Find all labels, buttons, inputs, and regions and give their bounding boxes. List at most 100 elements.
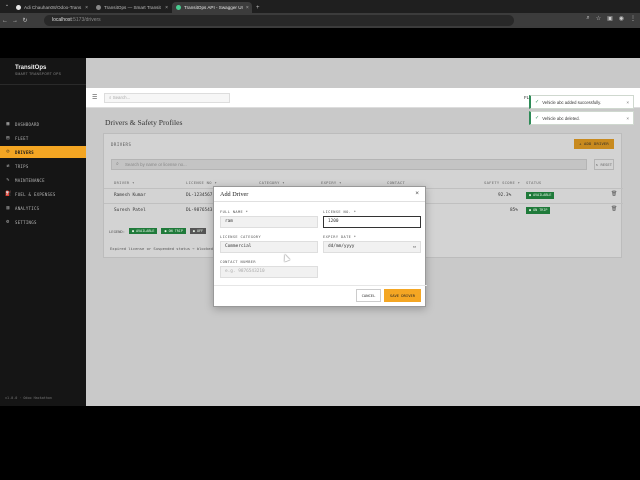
browser-actions: ⌕ ☆ ▣ ◉ ⋮: [586, 15, 636, 22]
url-path: :5173/drivers: [71, 17, 101, 23]
license-category-label: LICENSE CATEGORY: [220, 235, 262, 239]
search-placeholder: Search...: [112, 95, 131, 100]
search-icon: ⌕: [116, 161, 119, 167]
dashboard-icon: ▦: [6, 121, 10, 127]
sidebar-item-label: FUEL & EXPENSES: [15, 191, 56, 197]
full-name-field[interactable]: ram: [220, 216, 318, 228]
sidebar-item-analytics[interactable]: ▥ ANALYTICS: [0, 202, 86, 214]
sidebar-item-label: SETTINGS: [15, 219, 37, 225]
column-header-contact: CONTACT: [387, 180, 406, 185]
reload-icon[interactable]: ↻: [20, 17, 30, 24]
sidebar-item-fuel-expenses[interactable]: ⛽ FUEL & EXPENSES: [0, 188, 86, 200]
add-driver-button[interactable]: + ADD DRIVER: [574, 139, 614, 149]
drivers-icon: ☺: [6, 149, 10, 155]
close-icon[interactable]: ×: [246, 5, 249, 11]
sidebar-item-fleet[interactable]: ▤ FLEET: [0, 132, 86, 144]
safety-score: 92.3%: [498, 193, 512, 198]
safety-score: 85%: [510, 208, 518, 213]
driver-search-input[interactable]: ⌕ Search by name or license no...: [111, 159, 587, 170]
app-viewport: TransitOps SMART TRANSPORT OPS ▦ DASHBOAR…: [0, 58, 640, 406]
trash-icon[interactable]: 🗑: [611, 206, 617, 212]
column-header-expiry[interactable]: EXPIRY ▾: [321, 180, 342, 185]
license-no: DL-1234567: [186, 193, 213, 198]
browser-tab-app[interactable]: TransitOps — Smart Transit ×: [92, 2, 172, 13]
page-title: Drivers & Safety Profiles: [105, 118, 183, 127]
cancel-button[interactable]: CANCEL: [356, 289, 381, 302]
toast-success: ✓ Vehicle abc deleted. ×: [529, 111, 634, 125]
browser-tab-label: TransitOps API - Swagger UI: [184, 5, 243, 10]
expiry-date-label: EXPIRY DATE *: [323, 235, 357, 239]
close-icon[interactable]: ×: [85, 5, 88, 11]
forward-icon[interactable]: →: [10, 18, 20, 24]
column-header-safety-score[interactable]: SAFETY SCORE ▾: [484, 180, 520, 185]
main-area: ☰ ⌕ Search... FL Drivers & Safety Profil…: [86, 58, 640, 406]
fuel-icon: ⛽: [5, 191, 12, 197]
column-header-license[interactable]: LICENSE NO ▾: [186, 180, 217, 185]
hamburger-icon[interactable]: ☰: [92, 94, 97, 101]
bookmark-star-icon[interactable]: ☆: [596, 15, 601, 22]
license-no-label: LICENSE NO. *: [323, 210, 357, 214]
profile-icon[interactable]: ◉: [619, 15, 624, 22]
zoom-icon[interactable]: ⌕: [586, 15, 589, 22]
extension-icon[interactable]: ▣: [607, 15, 613, 22]
modal-title: Add Driver: [220, 191, 249, 198]
address-bar[interactable]: localhost:5173/drivers: [44, 15, 514, 26]
brand: TransitOps SMART TRANSPORT OPS: [0, 58, 86, 76]
sidebar-item-maintenance[interactable]: ✎ MAINTENANCE: [0, 174, 86, 186]
reset-button[interactable]: ↻ RESET: [594, 159, 614, 170]
fleet-icon: ▤: [6, 135, 10, 141]
save-driver-button[interactable]: SAVE DRIVER: [384, 289, 421, 302]
license-category-field[interactable]: Commercial: [220, 241, 318, 253]
trash-icon[interactable]: 🗑: [611, 191, 617, 197]
gear-icon: ⚙: [6, 219, 10, 225]
column-header-category[interactable]: CATEGORY ▾: [259, 180, 285, 185]
menu-kebab-icon[interactable]: ⋮: [630, 15, 636, 22]
brand-title: TransitOps: [15, 65, 47, 71]
sidebar-item-label: ANALYTICS: [15, 205, 40, 211]
legend-on-trip: ● ON TRIP: [161, 228, 186, 234]
sidebar-item-label: DASHBOARD: [15, 121, 40, 127]
contact-number-label: CONTACT NUMBER: [220, 260, 256, 264]
toast-success: ✓ Vehicle abc added successfully. ×: [529, 95, 634, 109]
calendar-icon[interactable]: ▭: [413, 242, 416, 252]
legend-label: LEGEND:: [109, 228, 126, 234]
github-icon: [16, 5, 21, 10]
close-icon[interactable]: ×: [626, 116, 629, 121]
sidebar-item-settings[interactable]: ⚙ SETTINGS: [0, 216, 86, 228]
sidebar: TransitOps SMART TRANSPORT OPS ▦ DASHBOAR…: [0, 58, 86, 406]
toast-message: Vehicle abc deleted.: [542, 115, 580, 121]
expiry-date-value: dd/mm/yyyy: [328, 244, 355, 249]
status-legend: LEGEND: ● AVAILABLE ● ON TRIP ● OFF: [109, 228, 207, 234]
contact-number-field[interactable]: e.g. 9876543210: [220, 266, 318, 278]
toast-message: Vehicle abc added successfully.: [542, 99, 602, 105]
version-label: v1.0.0 · Odoo Hackathon: [5, 396, 52, 400]
column-header-status: STATUS: [526, 180, 542, 185]
check-circle-icon: ✓: [535, 115, 540, 121]
browser-tab-swagger[interactable]: TransitOps API - Swagger UI ×: [172, 2, 252, 13]
close-icon[interactable]: ×: [165, 5, 168, 11]
browser-tab-label: TransitOps — Smart Transit: [104, 5, 161, 10]
global-search-input[interactable]: ⌕ Search...: [104, 93, 230, 103]
sidebar-item-trips[interactable]: ⇄ TRIPS: [0, 160, 86, 172]
sidebar-item-label: TRIPS: [15, 163, 29, 169]
license-no-field[interactable]: 1200: [323, 216, 421, 228]
column-header-driver[interactable]: DRIVER ▾: [114, 180, 135, 185]
sidebar-item-drivers[interactable]: ☺ DRIVERS: [0, 146, 86, 158]
sidebar-item-dashboard[interactable]: ▦ DASHBOARD: [0, 118, 86, 130]
sidebar-nav: ▦ DASHBOARD ▤ FLEET ☺ DRIVERS ⇄ TRIPS ✎ MAINT…: [0, 118, 86, 230]
browser-tab-strip: ⌄ Adi Chauhan08/Odoo-Trans × TransitOps …: [0, 0, 640, 13]
driver-name: Suresh Patel: [114, 208, 146, 213]
tab-search-icon[interactable]: ⌄: [2, 2, 12, 8]
full-name-label: FULL NAME *: [220, 210, 249, 214]
new-tab-button[interactable]: +: [252, 2, 262, 13]
globe-icon: [96, 5, 101, 10]
brand-subtitle: SMART TRANSPORT OPS: [15, 72, 62, 76]
card-title: DRIVERS: [111, 142, 132, 147]
check-circle-icon: ✓: [535, 99, 540, 105]
sidebar-item-label: DRIVERS: [15, 149, 34, 155]
expiry-date-field[interactable]: dd/mm/yyyy ▭: [323, 241, 421, 253]
browser-tab-github[interactable]: Adi Chauhan08/Odoo-Trans ×: [12, 2, 92, 13]
close-icon[interactable]: ×: [626, 100, 629, 105]
close-icon[interactable]: ×: [415, 190, 419, 197]
back-icon[interactable]: ←: [0, 18, 10, 24]
